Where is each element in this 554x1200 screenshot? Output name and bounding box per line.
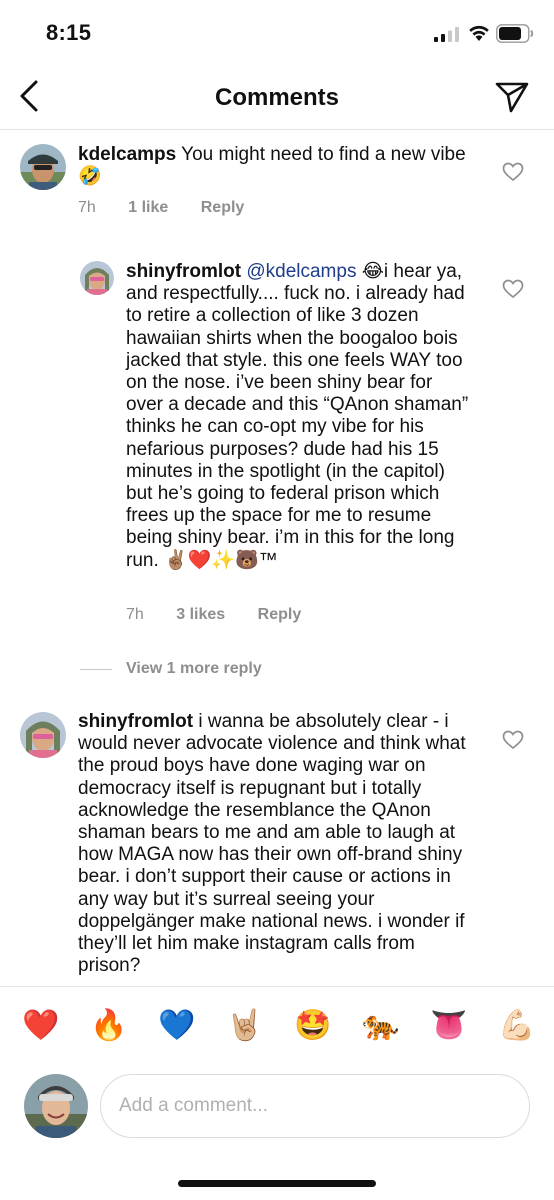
status-time: 8:15 [46,20,92,45]
like-heart-icon[interactable] [502,730,524,750]
comment-shinyfromlot: shinyfromlot i wanna be absolutely clear… [0,700,554,985]
emoji-reaction-bar: ❤️ 🔥 💙 🤘🏼 🤩 🐅 👅 💪🏻 [0,986,554,1064]
comment-body: shinyfromlot @kdelcamps 😂i hear ya, and … [126,261,474,572]
flexed-biceps-emoji[interactable]: 💪🏻 [498,1009,535,1043]
red-heart-emoji[interactable]: ❤️ [22,1009,59,1043]
comment-kdelcamps: kdelcamps You might need to find a new v… [0,131,554,231]
comment-meta: 7h 1 like Reply [78,199,272,217]
comment-time: 7h [126,606,144,623]
status-bar: 8:15 [0,0,554,64]
fire-emoji[interactable]: 🔥 [90,1009,127,1043]
comment-meta: 7h 3 likes Reply [126,606,329,624]
comment-username[interactable]: shinyfromlot [126,261,241,282]
page-title: Comments [214,84,340,111]
reply-comment-shinyfromlot: shinyfromlot @kdelcamps 😂i hear ya, and … [0,250,554,640]
like-count[interactable]: 1 like [128,199,168,216]
star-struck-emoji[interactable]: 🤩 [294,1009,331,1043]
tongue-emoji[interactable]: 👅 [430,1009,467,1043]
comment-username[interactable]: shinyfromlot [78,711,193,732]
tiger-emoji[interactable]: 🐅 [362,1009,399,1043]
like-heart-icon[interactable] [502,279,524,299]
nav-bar: Comments [0,64,554,130]
current-user-avatar [24,1074,88,1138]
add-comment-input[interactable] [100,1074,530,1138]
comment-time: 7h [78,199,96,216]
like-count[interactable]: 3 likes [176,606,225,623]
comment-text: 😂i hear ya, and respectfully.... fuck no… [126,261,469,571]
mention-link[interactable]: @kdelcamps [246,261,356,282]
avatar[interactable] [20,144,66,190]
comment-body: shinyfromlot i wanna be absolutely clear… [78,711,470,977]
home-indicator [178,1180,376,1187]
comment-username[interactable]: kdelcamps [78,144,176,165]
avatar[interactable] [80,261,114,295]
reply-button[interactable]: Reply [258,606,302,623]
reply-button[interactable]: Reply [201,199,245,216]
rock-on-emoji[interactable]: 🤘🏼 [226,1009,263,1043]
signal-icon [434,27,459,42]
avatar[interactable] [20,712,66,758]
view-more-replies-label: View 1 more reply [126,660,262,677]
divider-line [80,668,112,670]
view-more-replies-button[interactable]: View 1 more reply [80,658,262,680]
comment-composer [0,1064,554,1164]
send-icon[interactable] [494,80,530,114]
wifi-icon [469,25,489,41]
blue-heart-emoji[interactable]: 💙 [158,1009,195,1043]
like-heart-icon[interactable] [502,162,524,182]
battery-icon [496,24,534,43]
comment-text: i wanna be absolutely clear - i would ne… [78,711,466,977]
comment-body: kdelcamps You might need to find a new v… [78,144,468,188]
